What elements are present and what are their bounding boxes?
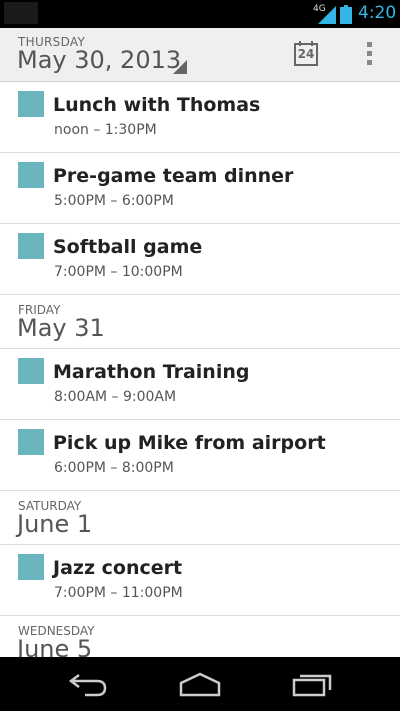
overflow-menu-button[interactable]: [360, 38, 378, 70]
event-color-swatch: [18, 91, 44, 117]
event-time: 7:00PM – 10:00PM: [54, 264, 183, 280]
event-title: Lunch with Thomas: [53, 94, 261, 116]
action-bar: THURSDAY May 30, 2013 24: [0, 28, 400, 82]
event-title: Jazz concert: [53, 557, 183, 579]
day-date: May 31: [17, 314, 105, 342]
calendar-agenda-screen: 4G 4:20 THURSDAY May 30, 2013 24 Lunch w…: [0, 0, 400, 711]
status-clock: 4:20: [358, 3, 397, 23]
header-date: May 30, 2013: [17, 46, 182, 74]
notification-icon: [4, 2, 38, 24]
home-button[interactable]: [178, 669, 222, 699]
signal-strength-icon: [318, 6, 336, 24]
back-icon: [68, 674, 107, 697]
event-title: Pre-game team dinner: [53, 165, 294, 187]
event-title: Marathon Training: [53, 361, 250, 383]
event-item[interactable]: Pre-game team dinner 5:00PM – 6:00PM: [0, 153, 400, 224]
event-color-swatch: [18, 554, 44, 580]
navigation-bar: [0, 657, 400, 711]
event-item[interactable]: Lunch with Thomas noon – 1:30PM: [0, 82, 400, 153]
day-date: June 1: [17, 510, 93, 538]
event-time: 6:00PM – 8:00PM: [54, 460, 174, 476]
day-header-wednesday: WEDNESDAY June 5: [0, 616, 400, 657]
event-color-swatch: [18, 429, 44, 455]
event-color-swatch: [18, 358, 44, 384]
event-color-swatch: [18, 233, 44, 259]
event-item[interactable]: Jazz concert 7:00PM – 11:00PM: [0, 545, 400, 616]
event-item[interactable]: Softball game 7:00PM – 10:00PM: [0, 224, 400, 295]
battery-icon: [340, 5, 352, 24]
agenda-list[interactable]: Lunch with Thomas noon – 1:30PM Pre-game…: [0, 82, 400, 657]
home-icon: [179, 672, 221, 697]
event-color-swatch: [18, 162, 44, 188]
day-header-saturday: SATURDAY June 1: [0, 491, 400, 545]
event-title: Pick up Mike from airport: [53, 432, 326, 454]
event-item[interactable]: Marathon Training 8:00AM – 9:00AM: [0, 349, 400, 420]
recent-apps-button[interactable]: [290, 669, 334, 699]
status-bar: 4G 4:20: [0, 0, 400, 28]
overflow-menu-icon: [367, 42, 372, 65]
event-time: noon – 1:30PM: [54, 122, 157, 138]
recent-apps-icon: [292, 674, 332, 697]
event-item[interactable]: Pick up Mike from airport 6:00PM – 8:00P…: [0, 420, 400, 491]
back-button[interactable]: [67, 669, 111, 699]
event-time: 8:00AM – 9:00AM: [54, 389, 177, 405]
today-button[interactable]: 24: [292, 40, 320, 68]
date-spinner[interactable]: THURSDAY May 30, 2013: [0, 28, 200, 81]
today-date-number: 24: [297, 47, 315, 61]
event-time: 7:00PM – 11:00PM: [54, 585, 183, 601]
day-date: June 5: [17, 635, 93, 657]
event-time: 5:00PM – 6:00PM: [54, 193, 174, 209]
event-title: Softball game: [53, 236, 203, 258]
day-header-friday: FRIDAY May 31: [0, 295, 400, 349]
spinner-caret-icon: [173, 60, 187, 74]
